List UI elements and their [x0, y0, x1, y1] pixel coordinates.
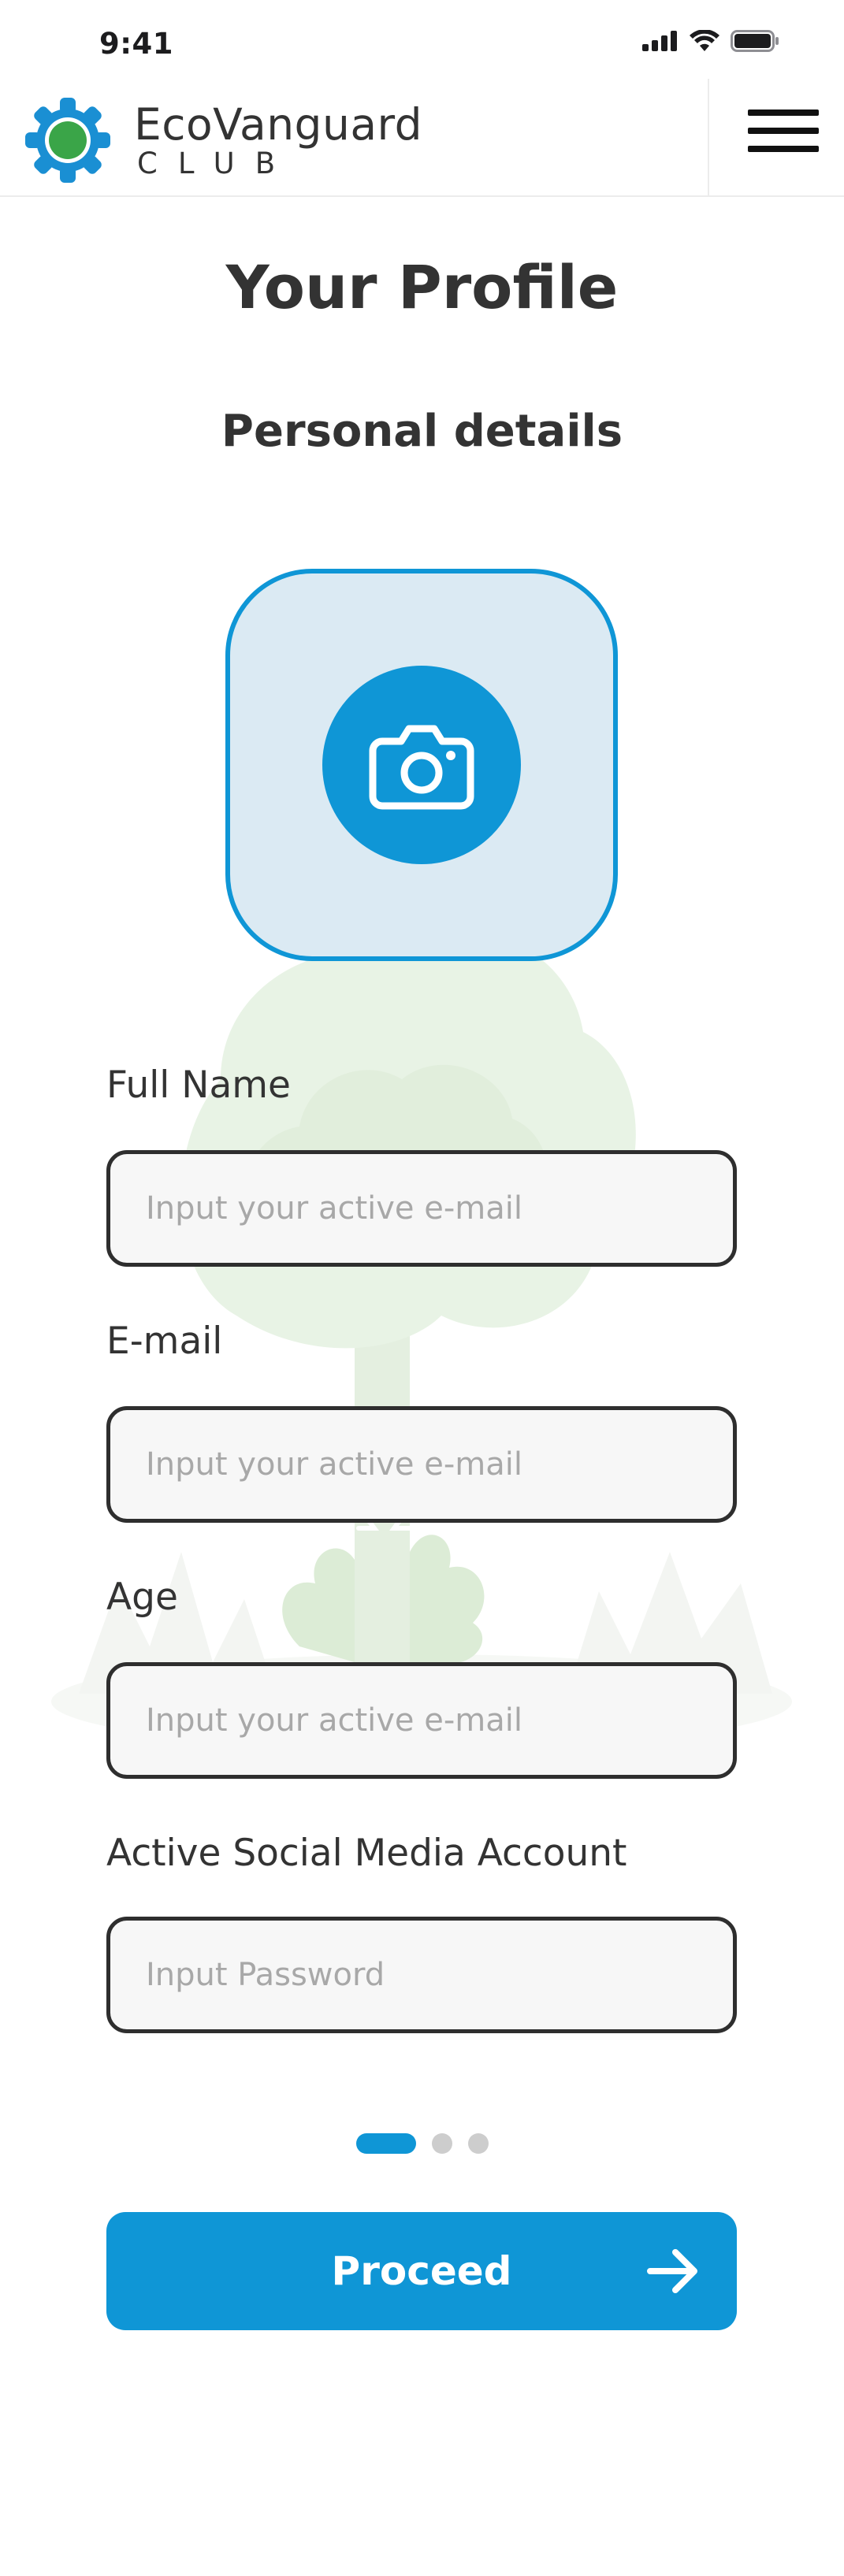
battery-icon	[731, 30, 779, 52]
age-input[interactable]	[106, 1662, 737, 1779]
step-dot-1	[355, 2133, 416, 2154]
full-name-label: Full Name	[106, 1063, 291, 1107]
brand-subtitle: CLUB	[137, 147, 296, 180]
hamburger-menu-icon[interactable]	[745, 93, 821, 169]
gear-logo-icon[interactable]	[24, 96, 112, 184]
age-label: Age	[106, 1576, 178, 1619]
arrow-right-icon	[647, 2249, 697, 2293]
page-title: Your Profile	[225, 252, 619, 322]
header-divider	[708, 79, 709, 195]
step-dot-2	[431, 2133, 452, 2154]
status-icons	[642, 30, 779, 52]
step-indicator	[0, 2132, 844, 2155]
social-media-label: Active Social Media Account	[106, 1832, 627, 1875]
signal-icon	[642, 31, 677, 51]
status-bar: 9:41	[0, 0, 844, 87]
status-time: 9:41	[99, 27, 174, 61]
wifi-icon	[690, 30, 719, 51]
camera-icon	[369, 725, 474, 810]
social-media-input[interactable]	[106, 1917, 737, 2033]
profile-photo-upload[interactable]	[225, 569, 618, 961]
email-input[interactable]	[106, 1406, 737, 1523]
camera-button[interactable]	[322, 666, 521, 864]
brand-name: EcoVanguard	[134, 99, 423, 150]
app-header: EcoVanguard CLUB	[0, 79, 844, 197]
proceed-label: Proceed	[331, 2248, 512, 2294]
proceed-button[interactable]: Proceed	[106, 2212, 737, 2330]
section-title: Personal details	[221, 406, 623, 457]
full-name-input[interactable]	[106, 1150, 737, 1267]
email-label: E-mail	[106, 1320, 223, 1363]
step-dot-3	[467, 2133, 489, 2154]
